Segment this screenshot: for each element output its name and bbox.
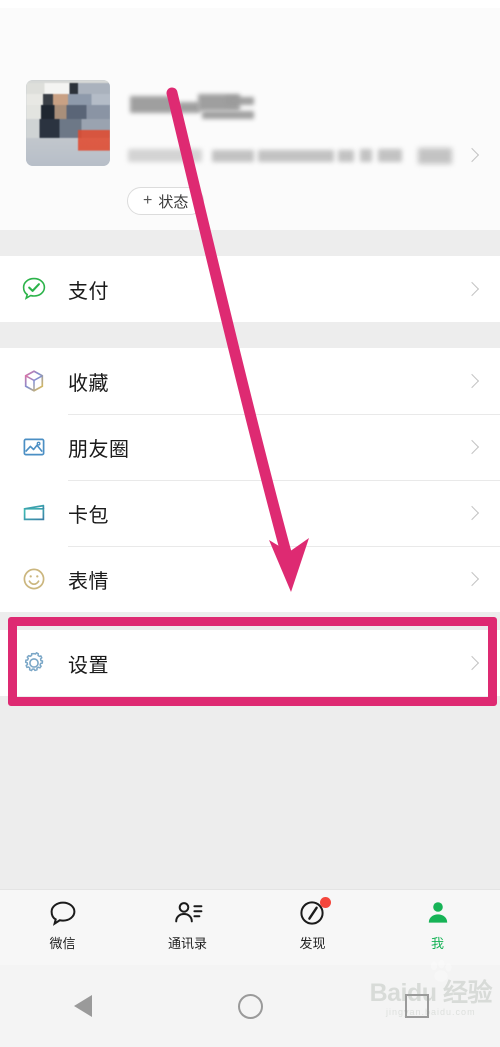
chevron-right-icon <box>464 281 480 297</box>
bottom-tab-bar: 微信 通讯录 发现 我 <box>0 889 500 965</box>
menu-row-pay[interactable]: 支付 <box>0 256 500 322</box>
chevron-right-icon <box>464 147 480 163</box>
chevron-right-icon <box>464 571 480 587</box>
moments-photo-icon <box>0 433 68 461</box>
discover-compass-icon <box>298 897 331 928</box>
profile-extra-redacted <box>418 148 452 164</box>
profile-nickname <box>130 94 330 122</box>
tab-contacts[interactable]: 通讯录 <box>125 898 250 952</box>
group-gap-2 <box>0 322 500 348</box>
menu-row-label: 收藏 <box>68 372 109 395</box>
menu-row-cards[interactable]: 卡包 <box>0 480 500 546</box>
menu-row-moments[interactable]: 朋友圈 <box>0 414 500 480</box>
chat-bubble-icon <box>48 898 78 928</box>
avatar[interactable] <box>26 80 110 166</box>
chevron-right-icon <box>464 439 480 455</box>
menu-row-favorites[interactable]: 收藏 <box>0 348 500 414</box>
status-bar-strip <box>0 0 500 8</box>
phone-screen: + 状态 支付 收藏 朋友圈 卡包 表情 设置 微信 通讯录 发现 我 Baid… <box>0 0 500 1047</box>
settings-gear-icon <box>0 649 68 677</box>
menu-row-label: 朋友圈 <box>68 438 130 461</box>
tab-label: 通讯录 <box>167 936 207 951</box>
square-recents-icon <box>404 994 429 1018</box>
triangle-back-icon <box>74 995 93 1017</box>
profile-wechat-id <box>128 146 448 168</box>
menu-row-label: 表情 <box>68 570 109 593</box>
plus-icon: + <box>143 191 153 209</box>
status-button[interactable]: + 状态 <box>127 187 205 215</box>
system-navigation-bar <box>0 965 500 1047</box>
contacts-person-icon <box>172 898 204 928</box>
tab-me[interactable]: 我 <box>375 898 500 952</box>
stickers-smiley-icon <box>0 565 68 593</box>
menu-row-label: 卡包 <box>68 504 109 527</box>
cards-wallet-icon <box>0 499 68 527</box>
discover-badge-dot <box>319 897 331 908</box>
tab-wechat[interactable]: 微信 <box>0 898 125 952</box>
nav-home-button[interactable] <box>167 993 334 1019</box>
profile-header[interactable]: + 状态 <box>0 8 500 230</box>
chevron-right-icon <box>464 373 480 389</box>
chevron-right-icon <box>464 655 480 671</box>
settings-group: 设置 <box>0 630 500 696</box>
menu-row-settings[interactable]: 设置 <box>0 630 500 696</box>
menu-row-stickers[interactable]: 表情 <box>0 546 500 612</box>
favorites-cube-icon <box>0 367 68 395</box>
circle-home-icon <box>237 993 263 1019</box>
me-person-icon <box>424 898 452 928</box>
avatar-photo <box>26 80 110 166</box>
tab-label: 微信 <box>49 936 76 951</box>
group-gap-1 <box>0 230 500 256</box>
wechat-pay-icon <box>0 275 68 303</box>
pay-group: 支付 <box>0 256 500 322</box>
tab-discover[interactable]: 发现 <box>250 897 375 952</box>
chevron-right-icon <box>464 505 480 521</box>
tab-label: 我 <box>430 936 444 951</box>
services-group: 收藏 朋友圈 卡包 表情 <box>0 348 500 612</box>
menu-row-label: 支付 <box>68 280 109 303</box>
menu-row-label: 设置 <box>68 654 109 677</box>
nav-recents-button[interactable] <box>333 994 500 1018</box>
tab-label: 发现 <box>299 936 326 951</box>
status-button-label: 状态 <box>158 193 189 211</box>
nav-back-button[interactable] <box>0 995 167 1017</box>
group-gap-3 <box>0 612 500 630</box>
